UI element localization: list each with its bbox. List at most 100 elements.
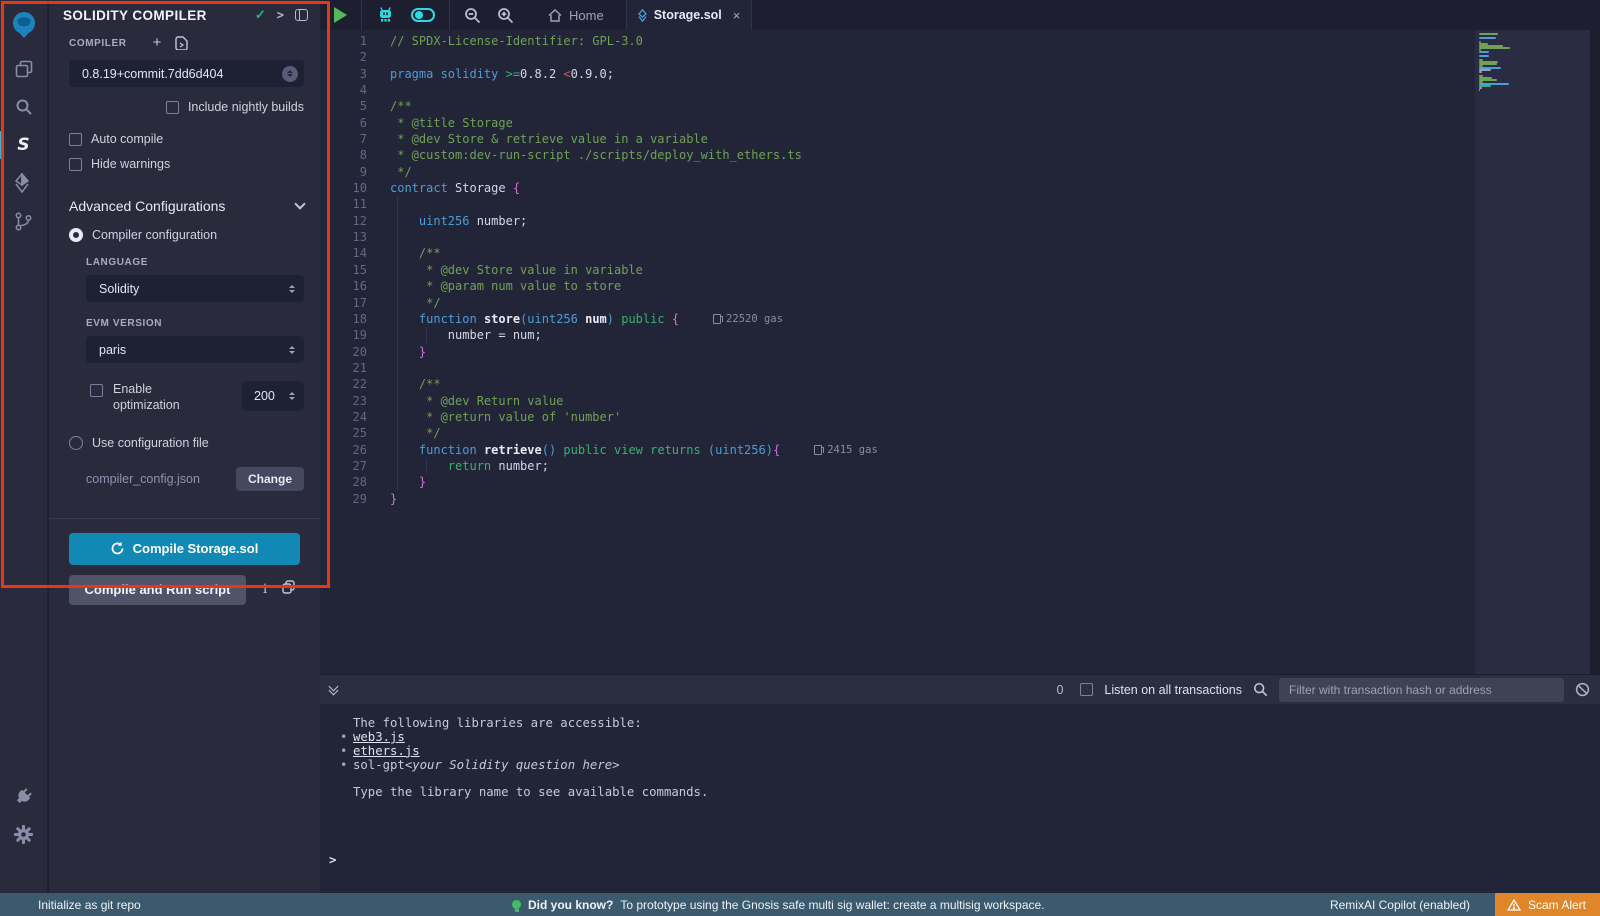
- code-line: 27 return number;: [320, 458, 1590, 474]
- stepper-carets-icon: [289, 392, 295, 400]
- lightbulb-icon: [512, 900, 521, 909]
- plugin-manager-icon[interactable]: [0, 777, 48, 815]
- copy-icon[interactable]: [282, 580, 295, 599]
- compiler-version-select[interactable]: 0.8.19+commit.7dd6d404: [69, 60, 304, 87]
- code-line: 1// SPDX-License-Identifier: GPL-3.0: [320, 33, 1590, 49]
- auto-compile-checkbox[interactable]: [69, 133, 82, 146]
- compiler-section-label: COMPILER: [69, 38, 127, 49]
- zoom-out-icon: [464, 7, 481, 24]
- search-icon[interactable]: [0, 88, 48, 126]
- listen-all-transactions-checkbox[interactable]: [1080, 683, 1093, 696]
- code-line: 25 */: [320, 425, 1590, 441]
- search-icon[interactable]: [1253, 682, 1268, 697]
- code-line: 22 /**: [320, 376, 1590, 392]
- remix-logo[interactable]: [0, 0, 48, 50]
- config-file-name[interactable]: compiler_config.json: [86, 472, 236, 486]
- warning-triangle-icon: [1507, 899, 1521, 911]
- solidity-compiler-panel: SOLIDITY COMPILER ✓ > COMPILER + 0.8.19+…: [49, 0, 320, 893]
- code-area: 1// SPDX-License-Identifier: GPL-3.023pr…: [320, 30, 1590, 507]
- scam-alert-badge[interactable]: Scam Alert: [1495, 893, 1600, 916]
- code-line: 17 */: [320, 295, 1590, 311]
- hide-warnings-checkbox[interactable]: [69, 158, 82, 171]
- language-select[interactable]: Solidity: [86, 275, 304, 302]
- robot-icon: [376, 6, 395, 24]
- refresh-icon: [111, 542, 124, 555]
- solidity-compiler-icon[interactable]: S: [0, 126, 48, 164]
- git-icon[interactable]: [0, 202, 48, 240]
- play-icon: [334, 7, 347, 23]
- clear-block-icon[interactable]: [1575, 682, 1590, 697]
- open-file-icon[interactable]: [175, 36, 188, 50]
- gas-pump-icon: [713, 314, 721, 324]
- terminal-header: 0 Listen on all transactions: [320, 674, 1600, 704]
- terminal[interactable]: The following libraries are accessible: …: [320, 704, 1600, 893]
- change-config-button[interactable]: Change: [236, 467, 304, 491]
- code-line: 5/**: [320, 98, 1590, 114]
- select-carets-icon: [289, 285, 295, 293]
- indent-guide: [426, 327, 427, 343]
- zoom-out-button[interactable]: [456, 0, 489, 30]
- code-line: 2: [320, 49, 1590, 65]
- run-script-play-button[interactable]: [326, 0, 355, 30]
- copilot-toggle[interactable]: [403, 0, 443, 30]
- compile-and-run-button[interactable]: Compile and Run script: [69, 575, 246, 605]
- code-line: 9 */: [320, 164, 1590, 180]
- file-explorer-icon[interactable]: [0, 50, 48, 88]
- did-you-know-text: To prototype using the Gnosis safe multi…: [620, 898, 1044, 912]
- code-line: 24 * @return value of 'number': [320, 409, 1590, 425]
- code-line: 12 uint256 number;: [320, 213, 1590, 229]
- tab-storage-sol[interactable]: Storage.sol ×: [626, 0, 753, 30]
- terminal-library-item: •sol-gpt <your Solidity question here>: [340, 759, 1600, 772]
- vertical-icon-panel: S: [0, 0, 48, 893]
- status-bar: Initialize as git repo Did you know? To …: [0, 893, 1600, 916]
- code-line: 28 }: [320, 474, 1590, 490]
- info-icon[interactable]: i: [263, 582, 267, 597]
- close-tab-icon[interactable]: ×: [733, 8, 741, 23]
- advanced-configurations-header[interactable]: Advanced Configurations: [69, 198, 304, 214]
- code-line: 10contract Storage {: [320, 180, 1590, 196]
- code-line: 19 number = num;: [320, 327, 1590, 343]
- forward-chevron-icon[interactable]: >: [277, 8, 284, 22]
- listen-all-transactions-label: Listen on all transactions: [1104, 683, 1242, 697]
- evm-version-label: EVM VERSION: [86, 318, 320, 329]
- compiler-configuration-radio[interactable]: [69, 228, 83, 242]
- settings-icon[interactable]: [0, 815, 48, 853]
- ai-robot-button[interactable]: [368, 0, 403, 30]
- git-init-status-item[interactable]: Initialize as git repo: [38, 898, 141, 912]
- terminal-library-link[interactable]: ethers.js: [353, 745, 420, 758]
- code-line: 23 * @dev Return value: [320, 393, 1590, 409]
- compile-button[interactable]: Compile Storage.sol: [69, 533, 300, 565]
- code-line: 8 * @custom:dev-run-script ./scripts/dep…: [320, 147, 1590, 163]
- split-view-icon[interactable]: [295, 9, 308, 21]
- terminal-library-link[interactable]: web3.js: [353, 731, 405, 744]
- enable-optimization-label: Enable optimization: [113, 381, 199, 414]
- deploy-run-icon[interactable]: [0, 164, 48, 202]
- code-line: 26 function retrieve() public view retur…: [320, 442, 1590, 458]
- tab-home[interactable]: Home: [536, 0, 616, 30]
- gas-estimate: 22520 gas: [713, 311, 783, 327]
- home-icon: [548, 9, 562, 22]
- transaction-filter-input[interactable]: [1279, 678, 1564, 702]
- version-sort-icon: [282, 66, 298, 82]
- terminal-prompt[interactable]: >: [329, 854, 336, 867]
- transaction-count: 0: [1056, 683, 1063, 697]
- use-configuration-file-radio[interactable]: [69, 436, 83, 450]
- code-line: 11: [320, 196, 1590, 212]
- add-compiler-icon[interactable]: +: [153, 38, 162, 48]
- collapse-double-chevron-icon[interactable]: [330, 686, 337, 694]
- editor-toolbar: Home Storage.sol ×: [320, 0, 1600, 30]
- code-line: 16 * @param num value to store: [320, 278, 1590, 294]
- code-editor[interactable]: 1// SPDX-License-Identifier: GPL-3.023pr…: [320, 30, 1590, 704]
- include-nightly-checkbox[interactable]: [166, 101, 179, 114]
- enable-optimization-checkbox[interactable]: [90, 384, 103, 397]
- minimap[interactable]: [1475, 30, 1590, 704]
- terminal-hint-text: Type the library name to see available c…: [353, 786, 1600, 799]
- panel-divider: [49, 518, 320, 519]
- code-line: 29}: [320, 491, 1590, 507]
- copilot-status[interactable]: RemixAI Copilot (enabled): [1330, 893, 1470, 916]
- evm-version-select[interactable]: paris: [86, 336, 304, 363]
- optimization-runs-input[interactable]: 200: [242, 381, 304, 411]
- compile-success-check-icon: ✓: [255, 7, 266, 23]
- code-line: 3pragma solidity >=0.8.2 <0.9.0;: [320, 66, 1590, 82]
- zoom-in-button[interactable]: [489, 0, 522, 30]
